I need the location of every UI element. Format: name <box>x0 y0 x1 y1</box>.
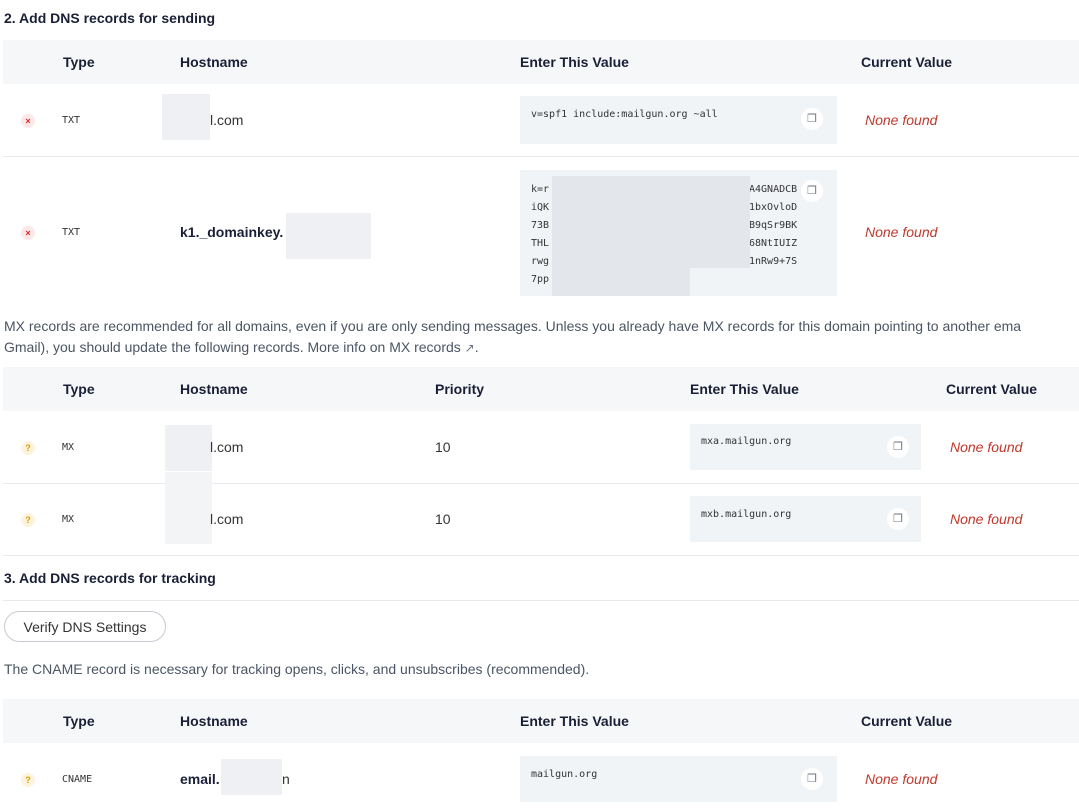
redacted-hostname <box>162 94 210 140</box>
header-current-value: Current Value <box>861 713 953 729</box>
record-type: CNAME <box>62 774 93 785</box>
hostname-prefix: k1._domainkey. <box>180 224 284 240</box>
record-value[interactable]: mxa.mailgun.org <box>701 436 791 447</box>
table-row: ? CNAME email. n mailgun.org ❐ None foun… <box>3 743 1079 810</box>
copy-icon[interactable]: ❐ <box>887 508 909 530</box>
redacted-hostname <box>165 425 212 471</box>
header-priority: Priority <box>435 381 485 397</box>
header-value: Enter This Value <box>520 54 629 70</box>
record-type: TXT <box>62 115 81 126</box>
value-box[interactable]: mxa.mailgun.org ❐ <box>690 424 921 470</box>
header-value: Enter This Value <box>520 713 629 729</box>
warning-status-icon: ? <box>21 513 35 527</box>
current-value: None found <box>950 439 1023 455</box>
value-box[interactable]: mailgun.org ❐ <box>520 756 837 802</box>
current-value: None found <box>865 771 938 787</box>
mx-note-line1: MX records are recommended for all domai… <box>4 318 1022 334</box>
copy-icon[interactable]: ❐ <box>801 768 823 790</box>
record-value[interactable]: mailgun.org <box>531 769 597 780</box>
record-type: MX <box>62 514 75 525</box>
record-value-right[interactable]: A4GNADCB 1bxOvloD B9qSr9BK 68NtIUIZ 1nRw… <box>749 181 797 271</box>
current-value: None found <box>865 112 938 128</box>
redacted-hostname <box>221 759 282 795</box>
header-current-value: Current Value <box>861 54 953 70</box>
record-value[interactable]: v=spf1 include:mailgun.org ~all <box>531 109 718 120</box>
section-sending-title: 2. Add DNS records for sending <box>4 10 216 26</box>
sending-table-header: Type Hostname Enter This Value Current V… <box>3 40 1079 84</box>
header-hostname: Hostname <box>180 54 248 70</box>
header-hostname: Hostname <box>180 381 248 397</box>
redacted-value <box>552 176 750 268</box>
header-type: Type <box>63 381 95 397</box>
tracking-table-header: Type Hostname Enter This Value Current V… <box>3 699 1079 743</box>
table-row: × TXT k1._domainkey. k=r iQK 73B THL rwg… <box>3 157 1079 307</box>
mx-note-line2: Gmail), you should update the following … <box>4 339 479 355</box>
header-current-value: Current Value <box>946 381 1038 397</box>
header-type: Type <box>63 713 95 729</box>
redacted-hostname <box>165 472 212 544</box>
record-value-left[interactable]: k=r iQK 73B THL rwg 7pp <box>531 181 549 289</box>
header-value: Enter This Value <box>690 381 799 397</box>
section-divider <box>3 600 1079 601</box>
redacted-hostname <box>286 213 371 259</box>
cname-note: The CNAME record is necessary for tracki… <box>4 661 590 677</box>
verify-dns-button[interactable]: Verify DNS Settings <box>4 611 166 642</box>
warning-status-icon: ? <box>21 441 35 455</box>
hostname-value: l.com <box>210 112 244 128</box>
hostname-value: n <box>282 771 290 787</box>
table-row: × TXT l.com v=spf1 include:mailgun.org ~… <box>3 84 1079 157</box>
external-link-icon[interactable]: ↗ <box>465 341 475 355</box>
copy-icon[interactable]: ❐ <box>887 436 909 458</box>
record-type: TXT <box>62 227 81 238</box>
hostname-value: l.com <box>210 439 244 455</box>
value-box[interactable]: k=r iQK 73B THL rwg 7pp A4GNADCB 1bxOvlo… <box>520 170 837 296</box>
record-type: MX <box>62 442 75 453</box>
current-value: None found <box>865 224 938 240</box>
priority-value: 10 <box>435 511 451 527</box>
error-status-icon: × <box>21 114 35 128</box>
header-type: Type <box>63 54 95 70</box>
copy-icon[interactable]: ❐ <box>801 180 823 202</box>
hostname-value: l.com <box>210 511 244 527</box>
mx-table-header: Type Hostname Priority Enter This Value … <box>3 367 1079 411</box>
section-tracking-title: 3. Add DNS records for tracking <box>4 570 216 586</box>
warning-status-icon: ? <box>21 773 35 787</box>
redacted-value <box>552 268 690 296</box>
record-value[interactable]: mxb.mailgun.org <box>701 509 791 520</box>
table-row: ? MX l.com 10 mxb.mailgun.org ❐ None fou… <box>3 472 1079 556</box>
value-box[interactable]: v=spf1 include:mailgun.org ~all ❐ <box>520 96 837 144</box>
copy-icon[interactable]: ❐ <box>801 108 823 130</box>
error-status-icon: × <box>21 226 35 240</box>
hostname-prefix: email. <box>180 771 220 787</box>
current-value: None found <box>950 511 1023 527</box>
header-hostname: Hostname <box>180 713 248 729</box>
value-box[interactable]: mxb.mailgun.org ❐ <box>690 496 921 542</box>
hostname-value: k1._domainkey. <box>180 224 283 240</box>
priority-value: 10 <box>435 439 451 455</box>
